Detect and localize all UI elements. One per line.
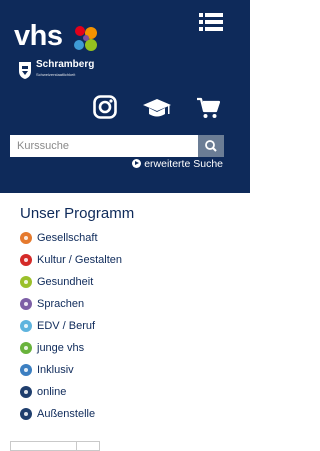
- online-icon: [20, 386, 32, 398]
- culture-icon: [20, 254, 32, 266]
- program-item-label: Kultur / Gestalten: [37, 253, 122, 266]
- instagram-icon[interactable]: [93, 95, 117, 119]
- branch-icon: [20, 408, 32, 420]
- inclusive-icon: [20, 364, 32, 376]
- youth-icon: [20, 342, 32, 354]
- search-button[interactable]: [198, 135, 224, 157]
- society-icon: [20, 232, 32, 244]
- program-item-aussenstelle[interactable]: Außenstelle: [20, 403, 122, 425]
- program-item-edv[interactable]: EDV / Beruf: [20, 315, 122, 337]
- program-item-junge-vhs[interactable]: junge vhs: [20, 337, 122, 359]
- logo-dots: [74, 26, 97, 51]
- town-subtitle: Schweizerstaatlichkeit: [36, 72, 76, 77]
- program-item-gesundheit[interactable]: Gesundheit: [20, 271, 122, 293]
- program-item-label: Außenstelle: [37, 407, 96, 420]
- program-item-label: online: [37, 385, 67, 398]
- program-item-online[interactable]: online: [20, 381, 122, 403]
- shopping-cart-icon[interactable]: [196, 96, 220, 120]
- program-item-label: Inklusiv: [37, 363, 74, 376]
- program-item-label: junge vhs: [37, 341, 85, 354]
- logo-dot-blue: [74, 40, 84, 50]
- logo-dot-purple: [83, 35, 89, 41]
- search-icon: [205, 140, 217, 152]
- program-item-label: Gesellschaft: [37, 231, 98, 244]
- site-header: vhs Schramberg Schweizerstaatlichkeit Ku…: [0, 0, 250, 193]
- menu-icon[interactable]: [199, 11, 223, 33]
- bottom-control[interactable]: [10, 441, 100, 451]
- program-item-label: Sprachen: [37, 297, 85, 310]
- town-crest-icon: [19, 62, 31, 79]
- vhs-logo[interactable]: vhs: [14, 22, 63, 51]
- advanced-search-link[interactable]: erweiterte Suche: [132, 158, 223, 170]
- course-search-input[interactable]: [10, 135, 198, 157]
- graduation-cap-icon[interactable]: [142, 96, 172, 120]
- program-item-inklusiv[interactable]: Inklusiv: [20, 359, 122, 381]
- bottom-control-divider: [76, 441, 77, 451]
- program-list: Gesellschaft Kultur / Gestalten Gesundhe…: [20, 227, 122, 425]
- town-name: Schramberg: [36, 59, 95, 70]
- program-item-label: Gesundheit: [37, 275, 94, 288]
- program-item-kultur[interactable]: Kultur / Gestalten: [20, 249, 122, 271]
- program-item-sprachen[interactable]: Sprachen: [20, 293, 122, 315]
- program-item-label: EDV / Beruf: [37, 319, 96, 332]
- arrow-right-circle-icon: [132, 159, 142, 168]
- program-heading: Unser Programm: [20, 205, 135, 222]
- computer-icon: [20, 320, 32, 332]
- languages-icon: [20, 298, 32, 310]
- health-icon: [20, 276, 32, 288]
- logo-dot-red: [75, 26, 85, 36]
- program-item-gesellschaft[interactable]: Gesellschaft: [20, 227, 122, 249]
- advanced-search-label: erweiterte Suche: [144, 158, 223, 170]
